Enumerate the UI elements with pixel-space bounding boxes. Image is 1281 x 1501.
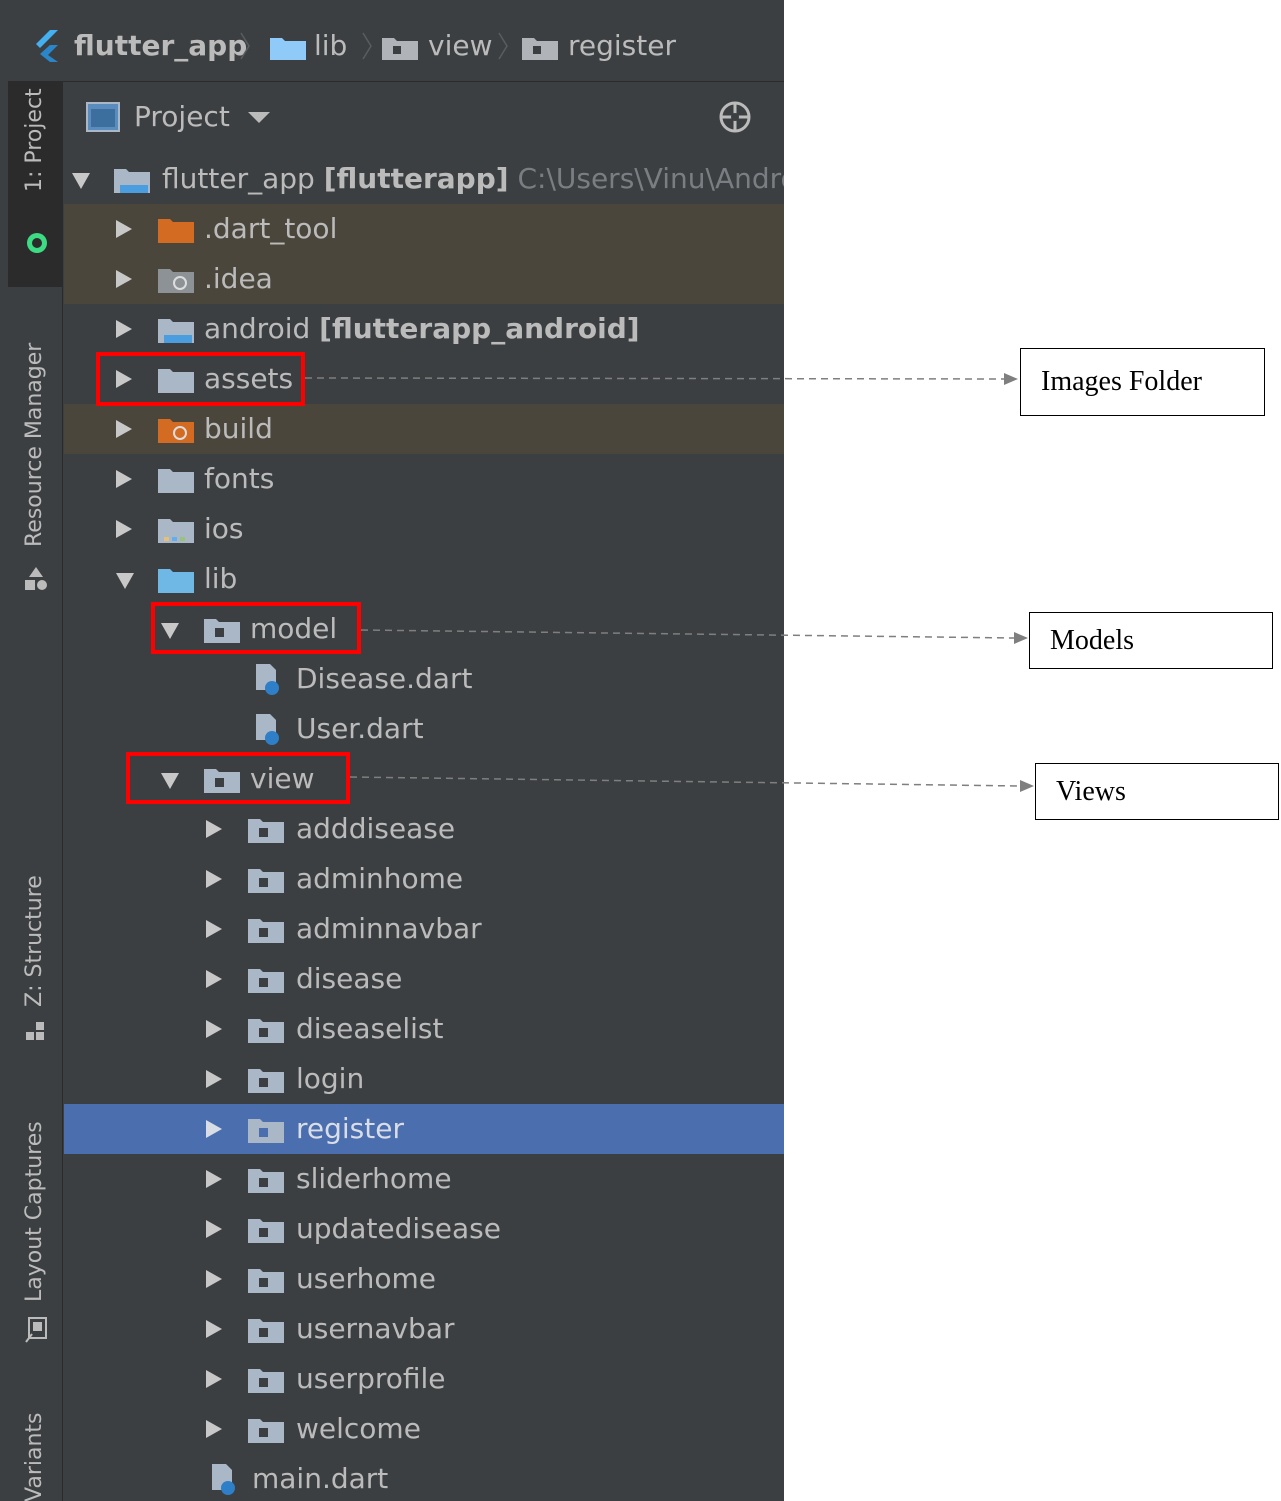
annotation-arrows [304, 373, 1034, 792]
callout-images-folder: Images Folder [1020, 348, 1265, 416]
callout-models: Models [1029, 612, 1273, 669]
arrow-models [360, 629, 1028, 644]
callout-views: Views [1035, 763, 1279, 820]
arrow-views [349, 776, 1034, 792]
arrow-images-folder [304, 373, 1018, 385]
